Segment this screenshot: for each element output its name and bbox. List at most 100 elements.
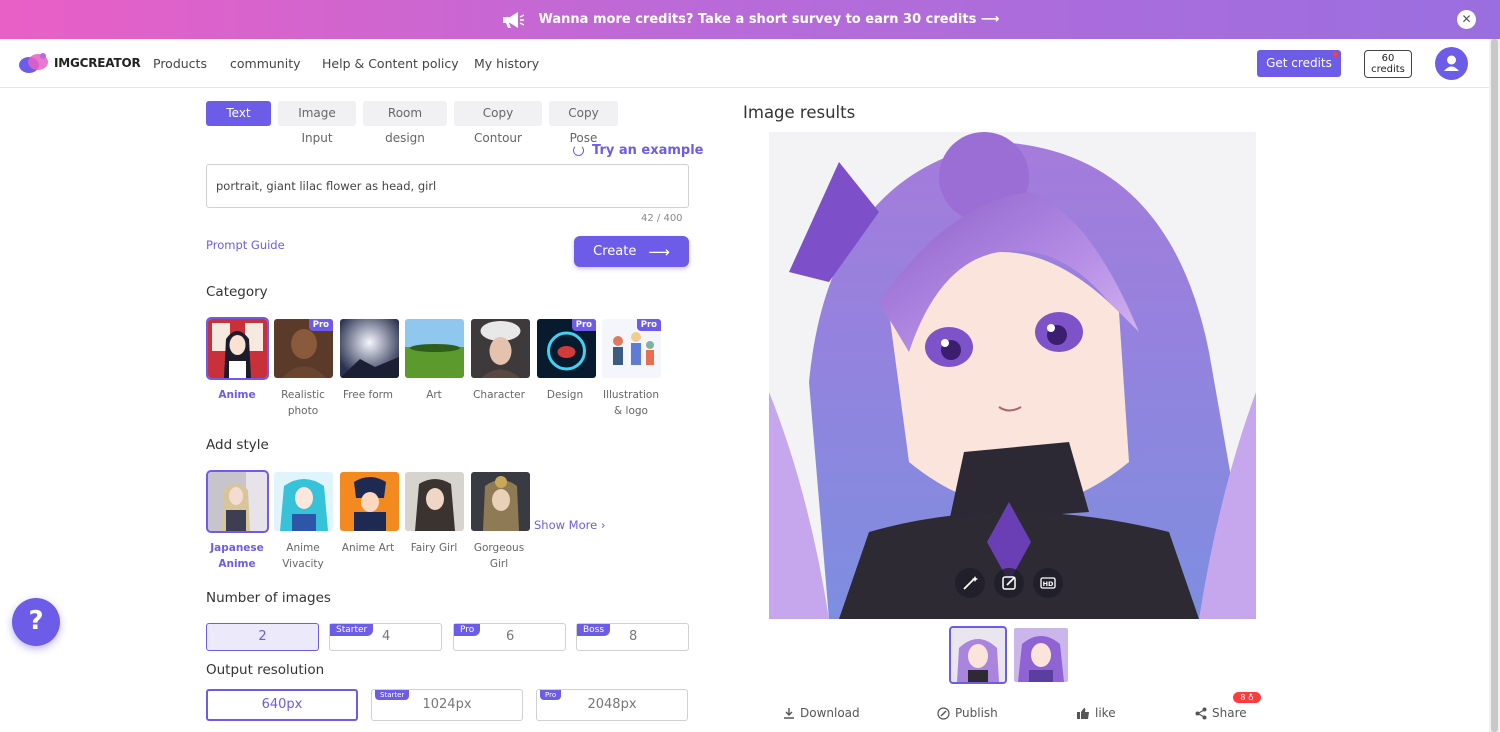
try-example-label: Try an example: [592, 143, 704, 158]
number-option-8[interactable]: Boss 8: [576, 623, 689, 651]
pro-badge: Pro: [636, 319, 661, 331]
logo[interactable]: IMGCREATOR: [18, 51, 141, 75]
resolution-2048[interactable]: Pro 2048px: [536, 689, 688, 721]
number-value: 4: [382, 629, 391, 644]
label-line: Anime: [286, 542, 320, 554]
category-realistic-photo[interactable]: Pro: [274, 319, 333, 378]
banner-text[interactable]: Wanna more credits? Take a short survey …: [539, 12, 1000, 27]
result-thumbnail-2[interactable]: [1014, 628, 1068, 682]
category-anime[interactable]: [206, 317, 269, 380]
anime-art-thumbnail: [340, 472, 399, 531]
number-option-2[interactable]: 2: [206, 623, 319, 651]
user-avatar[interactable]: [1435, 47, 1468, 80]
share-button[interactable]: Share: [1195, 706, 1247, 720]
share-icon: [1195, 707, 1207, 719]
fairy-girl-thumbnail: [405, 472, 464, 531]
japanese-anime-thumbnail: [208, 472, 267, 531]
nav-history[interactable]: My history: [474, 56, 539, 71]
promo-banner[interactable]: Wanna more credits? Take a short survey …: [0, 0, 1500, 39]
share-reward-badge: 8 ♁: [1233, 692, 1261, 703]
download-button[interactable]: Download: [783, 706, 860, 720]
top-navbar: IMGCREATOR Products community Help & Con…: [0, 39, 1500, 88]
share-label: Share: [1212, 706, 1247, 720]
style-gorgeous-girl[interactable]: [471, 472, 530, 531]
label-line: Japanese: [210, 542, 264, 554]
get-credits-button[interactable]: Get credits: [1257, 50, 1341, 77]
number-option-4[interactable]: Starter 4: [329, 623, 442, 651]
tier-badge: Pro: [540, 690, 562, 700]
gorgeous-girl-thumbnail: [471, 472, 530, 531]
label-line: Anime: [218, 558, 256, 570]
style-anime-vivacity[interactable]: [274, 472, 333, 531]
free-form-thumbnail: [340, 319, 399, 378]
category-character[interactable]: [471, 319, 530, 378]
credit-value: 60: [1381, 53, 1395, 64]
label-line: Illustration: [602, 389, 660, 401]
tier-badge: Starter: [375, 690, 410, 700]
scrollbar-thumb[interactable]: [1491, 39, 1498, 732]
publish-label: Publish: [955, 706, 998, 720]
magic-wand-icon[interactable]: [955, 568, 985, 598]
style-label-japanese-anime: Japanese Anime: [202, 540, 272, 572]
style-anime-art[interactable]: [340, 472, 399, 531]
hd-label: HD: [1043, 580, 1054, 588]
prompt-guide-link[interactable]: Prompt Guide: [206, 238, 285, 252]
thumbnail-image: [1014, 628, 1068, 682]
user-icon: [1444, 55, 1459, 71]
megaphone-icon: [501, 11, 525, 29]
category-title: Category: [206, 284, 268, 300]
style-label-gorgeous-girl: Gorgeous Girl: [464, 540, 534, 572]
tier-badge: Boss: [577, 624, 611, 636]
notification-dot: [1333, 52, 1338, 57]
category-design[interactable]: Pro: [537, 319, 596, 378]
image-results-title: Image results: [743, 103, 856, 122]
tier-badge: Pro: [454, 624, 481, 636]
result-image[interactable]: [769, 132, 1256, 619]
character-counter: 42 / 400: [641, 213, 683, 224]
try-example-button[interactable]: Try an example: [573, 143, 704, 158]
prompt-input[interactable]: portrait, giant lilac flower as head, gi…: [206, 164, 689, 208]
style-japanese-anime[interactable]: [206, 470, 269, 533]
arrow-right-icon: ⟶: [648, 242, 670, 261]
resolution-640[interactable]: 640px: [206, 689, 358, 721]
get-credits-label: Get credits: [1266, 56, 1332, 70]
close-icon[interactable]: ✕: [1457, 10, 1476, 29]
publish-icon: [937, 706, 950, 720]
category-free-form[interactable]: [340, 319, 399, 378]
style-fairy-girl[interactable]: [405, 472, 464, 531]
nav-community[interactable]: community: [230, 56, 301, 71]
anime-vivacity-thumbnail: [274, 472, 333, 531]
tab-image-input[interactable]: Image Input: [278, 101, 356, 145]
edit-icon[interactable]: [994, 568, 1024, 598]
tab-room-design[interactable]: Room design: [363, 101, 447, 145]
tab-text-input[interactable]: Text Input: [206, 101, 271, 145]
help-button[interactable]: ?: [12, 598, 60, 646]
show-more-link[interactable]: Show More ›: [534, 518, 605, 532]
resolution-value: 1024px: [422, 697, 472, 712]
nav-help[interactable]: Help & Content policy: [322, 56, 459, 71]
publish-button[interactable]: Publish: [937, 706, 998, 720]
hd-icon[interactable]: HD: [1033, 568, 1063, 598]
result-thumbnail-1[interactable]: [949, 626, 1007, 684]
style-label-fairy-girl: Fairy Girl: [410, 542, 458, 554]
category-art[interactable]: [405, 319, 464, 378]
number-option-6[interactable]: Pro 6: [453, 623, 566, 651]
like-button[interactable]: like: [1076, 706, 1116, 720]
pro-badge: Pro: [571, 319, 596, 331]
resolution-1024[interactable]: Starter 1024px: [371, 689, 523, 721]
label-line: Gorgeous: [473, 542, 525, 554]
label-line: & logo: [614, 405, 648, 417]
tab-copy-contour[interactable]: Copy Contour: [454, 101, 542, 145]
pro-badge: Pro: [308, 319, 333, 331]
scrollbar[interactable]: [1489, 39, 1500, 732]
output-resolution-title: Output resolution: [206, 662, 325, 678]
category-label-illustration: Illustration & logo: [596, 387, 666, 419]
like-label: like: [1095, 706, 1116, 720]
logo-text: IMGCREATOR: [54, 56, 141, 70]
category-label-character: Character: [473, 389, 525, 401]
category-illustration-logo[interactable]: Pro: [602, 319, 661, 378]
nav-products[interactable]: Products: [153, 56, 207, 71]
thumbs-up-icon: [1077, 707, 1089, 719]
create-button[interactable]: Create ⟶: [574, 236, 689, 267]
tab-copy-pose[interactable]: Copy Pose: [549, 101, 618, 145]
